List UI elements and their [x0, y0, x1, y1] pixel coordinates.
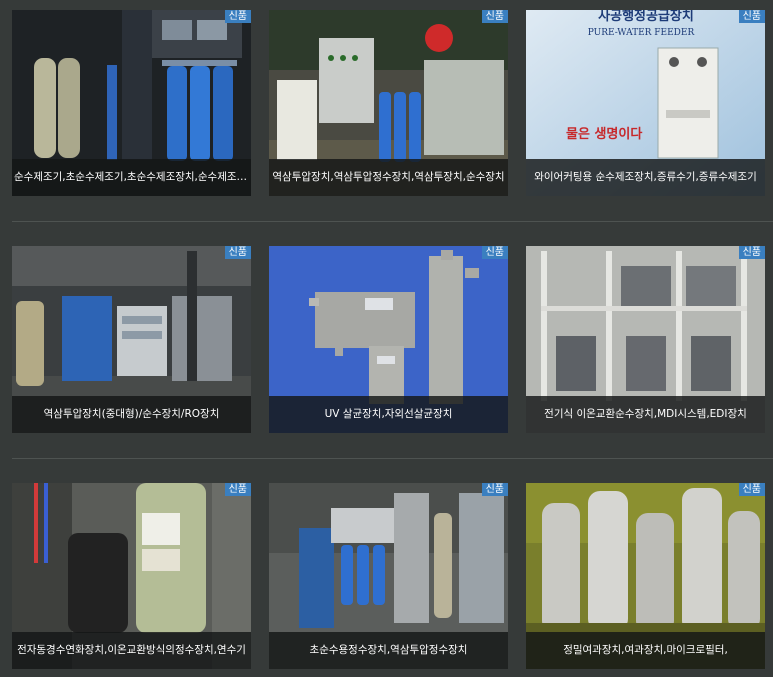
new-badge: 신품 — [224, 483, 251, 496]
new-badge: 신품 — [481, 246, 508, 259]
new-badge: 신품 — [481, 10, 508, 23]
new-badge: 신품 — [738, 10, 765, 23]
feeder-sign-en: PURE-WATER FEEDER — [588, 28, 695, 38]
product-card[interactable]: 신품 UV 살균장치,자외선살균장치 — [269, 246, 508, 433]
feeder-slogan: 물은 생명이다 — [566, 126, 642, 142]
product-card[interactable]: 신품 순수제조기,초순수제조기,초순수제조장치,순수제조장치 — [12, 10, 251, 196]
product-title[interactable]: 역삼투압장치,역삼투압정수장치,역삼투장치,순수장치 — [269, 159, 508, 196]
product-card[interactable]: 신품 전자동경수연화장치,이온교환방식의정수장치,연수기 — [12, 483, 251, 669]
product-title[interactable]: 순수제조기,초순수제조기,초순수제조장치,순수제조장치 — [12, 159, 251, 196]
product-title[interactable]: 전자동경수연화장치,이온교환방식의정수장치,연수기 — [12, 632, 251, 669]
new-badge: 신품 — [224, 10, 251, 23]
product-title[interactable]: 전기식 이온교환순수장치,MDI시스템,EDI장치 — [526, 396, 765, 433]
product-card[interactable]: 신품 역삼투압장치,역삼투압정수장치,역삼투장치,순수장치 — [269, 10, 508, 196]
product-title[interactable]: UV 살균장치,자외선살균장치 — [269, 396, 508, 433]
product-title[interactable]: 와이어커팅용 순수제조장치,증류수기,증류수제조기 — [526, 159, 765, 196]
new-badge: 신품 — [224, 246, 251, 259]
feeder-sign: 사공행정공급장치 — [598, 10, 694, 24]
row-divider — [12, 458, 773, 459]
product-grid: 신품 순수제조기,초순수제조기,초순수제조장치,순수제조장치 신품 역삼투압장치 — [0, 0, 773, 677]
product-card[interactable]: 신품 역삼투압장치(중대형)/순수장치/RO장치 — [12, 246, 251, 433]
new-badge: 신품 — [738, 246, 765, 259]
product-title[interactable]: 역삼투압장치(중대형)/순수장치/RO장치 — [12, 396, 251, 433]
row-divider — [12, 221, 773, 222]
new-badge: 신품 — [481, 483, 508, 496]
product-card[interactable]: 사공행정공급장치 PURE-WATER FEEDER 물은 생명이다 신품 와이… — [526, 10, 765, 196]
product-card[interactable]: 신품 전기식 이온교환순수장치,MDI시스템,EDI장치 — [526, 246, 765, 433]
product-card[interactable]: 신품 정밀여과장치,여과장치,마이크로필터, — [526, 483, 765, 669]
product-title[interactable]: 정밀여과장치,여과장치,마이크로필터, — [526, 632, 765, 669]
new-badge: 신품 — [738, 483, 765, 496]
product-card[interactable]: 신품 초순수용정수장치,역삼투압정수장치 — [269, 483, 508, 669]
product-title[interactable]: 초순수용정수장치,역삼투압정수장치 — [269, 632, 508, 669]
